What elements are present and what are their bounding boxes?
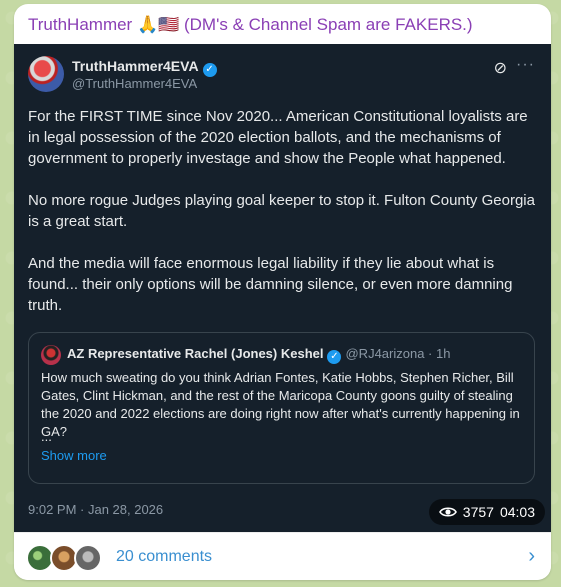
message-bubble: TruthHammer 🙏🇺🇸 (DM's & Channel Spam are…: [14, 4, 551, 580]
author-handle: @TruthHammer4EVA: [72, 76, 198, 91]
chevron-right-icon[interactable]: ›: [528, 545, 535, 568]
quote-author-handle: @RJ4arizona · 1h: [345, 346, 451, 361]
author-avatar: [28, 56, 64, 92]
view-count: 3757: [462, 504, 494, 520]
author-name: TruthHammer4EVA: [72, 58, 199, 74]
quote-header: AZ Representative Rachel (Jones) Keshel ✓…: [67, 346, 450, 364]
tweet-screenshot[interactable]: TruthHammer4EVA ✓ @TruthHammer4EVA ⊘ ··· …: [14, 44, 551, 532]
tweet-paragraph: No more rogue Judges playing goal keeper…: [28, 192, 535, 230]
comments-count-link[interactable]: 20 comments: [116, 548, 212, 566]
channel-title[interactable]: TruthHammer 🙏🇺🇸 (DM's & Channel Spam are…: [28, 15, 473, 35]
quote-author-name: AZ Representative Rachel (Jones) Keshel: [67, 346, 324, 361]
tweet-paragraph: For the FIRST TIME since Nov 2020... Ame…: [28, 108, 528, 167]
message-stats: 3757 04:03: [428, 499, 545, 525]
verified-badge-icon: ✓: [202, 63, 217, 77]
show-more-link: Show more: [41, 448, 107, 463]
quoted-tweet: AZ Representative Rachel (Jones) Keshel ✓…: [28, 332, 535, 484]
grok-icon: ⊘: [493, 60, 507, 77]
tweet-body: For the FIRST TIME since Nov 2020... Ame…: [28, 106, 538, 337]
more-icon: ···: [516, 56, 535, 73]
quote-text: How much sweating do you think Adrian Fo…: [41, 370, 520, 439]
quote-author-avatar: [41, 345, 61, 365]
tweet-paragraph: And the media will face enormous legal l…: [28, 255, 513, 314]
message-time: 04:03: [499, 504, 535, 520]
verified-badge-icon: ✓: [327, 350, 342, 364]
author-name-row: TruthHammer4EVA ✓: [72, 58, 217, 77]
tweet-timestamp: 9:02 PM · Jan 28, 2026: [28, 502, 164, 517]
eye-icon: [438, 507, 457, 517]
comments-bar[interactable]: 20 comments ›: [14, 532, 551, 580]
quote-ellipsis: ...: [41, 429, 52, 444]
commenter-avatar: [74, 544, 102, 572]
